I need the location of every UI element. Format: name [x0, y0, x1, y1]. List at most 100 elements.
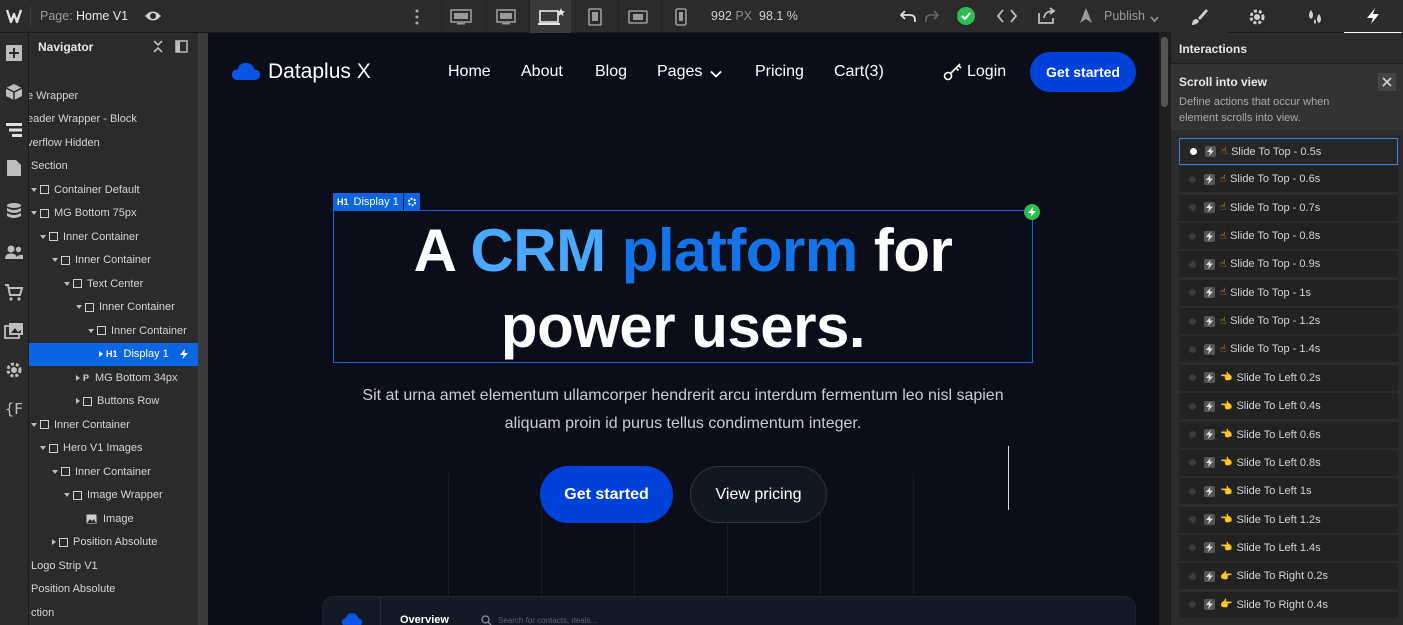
caret-right-icon[interactable] [76, 374, 80, 381]
selected-radio-icon[interactable] [1189, 289, 1196, 297]
navigator-tree-item[interactable]: Text Center [29, 272, 198, 295]
caret-down-icon[interactable] [40, 446, 46, 450]
navigator-tree-item[interactable]: ction [29, 601, 198, 624]
selected-radio-icon[interactable] [1189, 345, 1196, 353]
navigator-icon[interactable] [3, 119, 25, 141]
navigator-tree-item[interactable]: Image [29, 507, 198, 530]
brand-cloud-icon[interactable] [231, 61, 261, 84]
breakpoint-xxl-icon[interactable] [441, 0, 479, 33]
more-options-icon[interactable] [414, 8, 420, 26]
audit-check-icon[interactable] [957, 7, 975, 25]
preview-eye-icon[interactable] [144, 9, 162, 23]
interaction-preset-item[interactable]: 👉 Slide To Right 0.2s [1179, 563, 1398, 591]
selected-radio-icon[interactable] [1189, 487, 1196, 495]
brand-name[interactable]: Dataplus X [268, 60, 371, 84]
close-icon[interactable] [1378, 73, 1396, 91]
interaction-preset-item[interactable]: 👈 Slide To Left 0.8s [1179, 449, 1398, 477]
breakpoint-mobile-icon[interactable] [661, 0, 699, 33]
dashboard-search-input[interactable]: Search for contacts, deals... [498, 616, 597, 625]
selected-radio-icon[interactable] [1189, 601, 1196, 609]
cms-database-icon[interactable] [3, 200, 25, 222]
page-selector[interactable]: Home V1 [76, 9, 128, 23]
navigator-tree-item[interactable]: Inner Container [29, 249, 198, 272]
caret-right-icon[interactable] [76, 398, 80, 404]
selected-radio-icon[interactable] [1189, 317, 1196, 325]
nav-cart[interactable]: Cart(3) [834, 63, 884, 81]
selected-radio-icon[interactable] [1189, 260, 1196, 268]
assets-images-icon[interactable] [3, 320, 25, 342]
view-pricing-button[interactable]: View pricing [690, 466, 827, 523]
canvas-scrollbar[interactable] [1159, 33, 1170, 625]
hero-subtext[interactable]: Sit at urna amet elementum ullamcorper h… [308, 382, 1058, 438]
header-get-started-button[interactable]: Get started [1030, 52, 1136, 92]
element-selection-label[interactable]: H1 Display 1 [333, 193, 403, 210]
pin-panel-icon[interactable] [175, 40, 188, 56]
caret-right-icon[interactable] [99, 351, 103, 357]
selected-radio-icon[interactable] [1189, 516, 1196, 524]
navigator-tree-item[interactable]: Container Default [29, 178, 198, 201]
navigator-tree-item[interactable]: Logo Strip V1 [29, 554, 198, 577]
caret-down-icon[interactable] [64, 281, 70, 286]
navigator-tree-item[interactable]: Hero V1 Images [29, 437, 198, 460]
interaction-preset-item[interactable]: 👈 Slide To Left 1.4s [1179, 534, 1398, 562]
publish-rocket-icon[interactable] [1077, 7, 1095, 25]
interaction-preset-item[interactable]: 👈 Slide To Left 0.4s [1179, 393, 1398, 421]
breakpoint-desktop-base-icon[interactable] [529, 0, 571, 33]
tab-style-manager[interactable] [1286, 0, 1344, 33]
selected-radio-icon[interactable] [1189, 544, 1196, 552]
selected-radio-icon[interactable] [1189, 175, 1196, 183]
webflow-logo-icon[interactable] [5, 7, 26, 27]
custom-code-icon[interactable]: {F [3, 398, 25, 420]
caret-down-icon[interactable] [88, 328, 94, 333]
caret-down-icon[interactable] [64, 493, 70, 497]
canvas-zoom[interactable]: 98.1 % [759, 9, 798, 23]
selected-radio-icon[interactable] [1189, 431, 1196, 438]
users-icon[interactable] [3, 241, 25, 263]
interaction-preset-item[interactable]: ☝ Slide To Top - 0.5s [1179, 138, 1398, 165]
interaction-preset-item[interactable]: 👈 Slide To Left 1.2s [1179, 506, 1398, 534]
navigator-tree-item[interactable]: P MG Bottom 34px [29, 366, 198, 389]
selected-radio-icon[interactable] [1189, 459, 1196, 467]
interaction-preset-item[interactable]: 👈 Slide To Left 1s [1179, 478, 1398, 506]
navigator-tree-item[interactable]: Image Wrapper [29, 484, 198, 507]
caret-down-icon[interactable] [31, 211, 37, 215]
settings-gear-icon[interactable] [3, 359, 25, 381]
selected-radio-icon[interactable] [1189, 402, 1196, 410]
navigator-tree-item[interactable]: Inner Container [29, 319, 198, 342]
interaction-preset-item[interactable]: ☝ Slide To Top - 1.2s [1179, 308, 1398, 336]
hero-headline[interactable]: A CRM platform for power users. [333, 213, 1033, 365]
nav-home[interactable]: Home [448, 63, 491, 81]
caret-right-icon[interactable] [52, 539, 56, 545]
selected-radio-icon[interactable] [1189, 572, 1196, 580]
navigator-tree-item[interactable]: Position Absolute [29, 531, 198, 554]
nav-about[interactable]: About [521, 63, 563, 81]
navigator-tree-item[interactable]: H1 Display 1 [29, 342, 198, 366]
breakpoint-tablet-icon[interactable] [575, 0, 613, 33]
add-elements-icon[interactable] [3, 42, 25, 64]
interaction-preset-item[interactable]: 👉 Slide To Right 0.4s [1179, 591, 1398, 619]
interaction-preset-item[interactable]: ☝ Slide To Top - 1s [1179, 279, 1398, 307]
collapse-icon[interactable] [152, 40, 164, 56]
caret-down-icon[interactable] [40, 234, 46, 239]
navigator-scrollbar[interactable] [198, 33, 208, 625]
tab-style[interactable] [1170, 0, 1228, 33]
dashboard-overview-tab[interactable]: Overview [400, 614, 449, 625]
scrollbar-thumb[interactable] [1161, 37, 1168, 107]
interaction-preset-item[interactable]: ☝ Slide To Top - 0.8s [1179, 223, 1398, 251]
symbols-cube-icon[interactable] [3, 81, 25, 103]
navigator-tree-item[interactable]: Inner Container [29, 413, 198, 436]
navigator-tree-item[interactable]: Section [29, 155, 198, 178]
caret-down-icon[interactable] [76, 305, 82, 309]
caret-down-icon[interactable] [31, 422, 37, 427]
interaction-preset-item[interactable]: ☝ Slide To Top - 0.7s [1179, 194, 1398, 222]
tab-settings[interactable] [1228, 0, 1286, 33]
interaction-preset-item[interactable]: ☝ Slide To Top - 0.6s [1179, 166, 1398, 194]
caret-down-icon[interactable] [52, 258, 58, 262]
ecommerce-cart-icon[interactable] [3, 281, 25, 303]
navigator-tree-item[interactable]: Inner Container [29, 225, 198, 248]
navigator-tree-item[interactable]: Inner Container [29, 460, 198, 483]
nav-pages[interactable]: Pages [657, 63, 702, 81]
interaction-preset-item[interactable]: 👈 Slide To Left 0.2s [1179, 364, 1398, 392]
tab-interactions[interactable] [1344, 0, 1402, 33]
navigator-tree-item[interactable]: Inner Container [29, 296, 198, 319]
